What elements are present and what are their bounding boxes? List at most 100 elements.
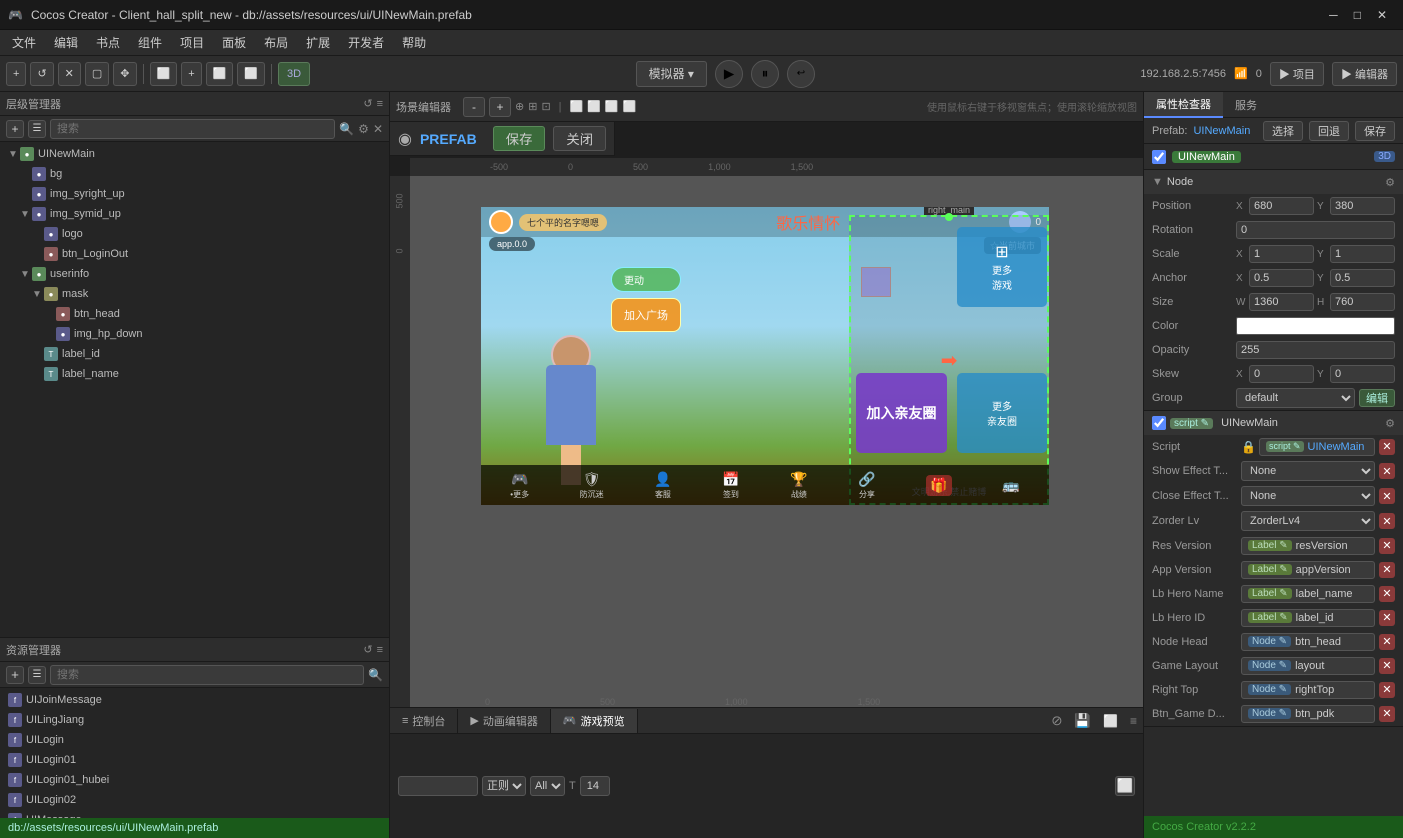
tree-item-btn-loginout[interactable]: ● btn_LoginOut (0, 244, 389, 264)
scene-save-btn[interactable]: 保存 (493, 126, 546, 151)
scene-close-btn[interactable]: 关闭 (553, 126, 606, 151)
size-w-input[interactable] (1249, 293, 1314, 311)
console-tab-game-preview[interactable]: 🎮 游戏预览 (551, 709, 638, 733)
tool4[interactable]: + (181, 62, 201, 86)
tree-item-logo[interactable]: ● logo (0, 224, 389, 244)
script-header[interactable]: script ✎ UINewMain ⚙ (1144, 411, 1403, 435)
tree-item-bg[interactable]: ● bg (0, 164, 389, 184)
asset-item-uilogin[interactable]: fUILogin (0, 730, 389, 750)
asset-item-uilogin01-hubei[interactable]: fUILogin01_hubei (0, 770, 389, 790)
tree-item-uinewmain[interactable]: ▼ ● UINewMain (0, 144, 389, 164)
zorder-select[interactable]: ZorderLv4 (1241, 511, 1375, 531)
app-version-del-btn[interactable]: ✕ (1379, 562, 1395, 578)
add-hierarchy-btn[interactable]: + (6, 120, 24, 138)
maximize-btn[interactable]: □ (1354, 8, 1361, 22)
opacity-input[interactable] (1236, 341, 1395, 359)
close-scene-btn[interactable]: ✕ (58, 62, 81, 86)
position-x-input[interactable] (1249, 197, 1314, 215)
node-settings-icon[interactable]: ⚙ (1385, 176, 1395, 189)
scale-y-input[interactable] (1330, 245, 1395, 263)
hierarchy-search-input[interactable] (50, 119, 335, 139)
show-effect-del-btn[interactable]: ✕ (1379, 463, 1395, 479)
win-controls[interactable]: ─ □ ✕ (1329, 8, 1387, 22)
position-y-input[interactable] (1330, 197, 1395, 215)
tree-item-img-syright-up[interactable]: ● img_syright_up (0, 184, 389, 204)
tab-service[interactable]: 服务 (1223, 93, 1269, 117)
menu-bookmark[interactable]: 书点 (88, 32, 128, 53)
console-tab-console[interactable]: ≡ 控制台 (390, 709, 458, 733)
list-asset-btn[interactable]: ☰ (28, 666, 46, 684)
close-btn[interactable]: ✕ (1377, 8, 1387, 22)
project-btn[interactable]: ▶ 项目 (1270, 62, 1324, 86)
hierarchy-close-icon[interactable]: ✕ (373, 122, 383, 136)
scene-tool2[interactable]: ⬜ (587, 100, 601, 113)
assets-menu-icon[interactable]: ≡ (377, 644, 383, 656)
hierarchy-search-icon[interactable]: 🔍 (339, 122, 354, 136)
tool6[interactable]: ⬜ (237, 62, 265, 86)
assets-search-icon[interactable]: 🔍 (368, 668, 383, 682)
node-head-del-btn[interactable]: ✕ (1379, 634, 1395, 650)
assets-search-input[interactable] (50, 665, 364, 685)
scene-zoom-in[interactable]: + (489, 97, 511, 117)
font-size-input[interactable] (580, 776, 610, 796)
play-btn[interactable]: ▶ (715, 60, 743, 88)
asset-item-uijoinmessage[interactable]: fUIJoinMessage (0, 690, 389, 710)
menu-component[interactable]: 组件 (130, 32, 170, 53)
move-tool[interactable]: ✥ (113, 62, 136, 86)
show-effect-select[interactable]: None (1241, 461, 1375, 481)
scene-canvas[interactable]: ◉ PREFAB 保存 关闭 -500 0 500 1,000 1,500 50… (390, 122, 1143, 707)
add-asset-btn[interactable]: + (6, 666, 24, 684)
menu-project[interactable]: 项目 (172, 32, 212, 53)
asset-item-uilogin01[interactable]: fUILogin01 (0, 750, 389, 770)
color-picker[interactable] (1236, 317, 1395, 335)
res-version-del-btn[interactable]: ✕ (1379, 538, 1395, 554)
component-active-checkbox[interactable] (1152, 150, 1166, 164)
tree-item-label-name[interactable]: T label_name (0, 364, 389, 384)
menu-edit[interactable]: 编辑 (46, 32, 86, 53)
console-level-select[interactable]: All (530, 776, 565, 796)
lb-hero-id-del-btn[interactable]: ✕ (1379, 610, 1395, 626)
game-layout-del-btn[interactable]: ✕ (1379, 658, 1395, 674)
console-save-btn[interactable]: 💾 (1068, 713, 1097, 729)
lb-hero-name-del-btn[interactable]: ✕ (1379, 586, 1395, 602)
menu-help[interactable]: 帮助 (394, 32, 434, 53)
script-del-btn[interactable]: ✕ (1379, 439, 1395, 455)
zorder-del-btn[interactable]: ✕ (1379, 513, 1395, 529)
node-section-header[interactable]: ▼ Node ⚙ (1144, 170, 1403, 194)
hierarchy-refresh-icon[interactable]: ↺ (363, 97, 372, 110)
anchor-y-input[interactable] (1330, 269, 1395, 287)
menu-extend[interactable]: 扩展 (298, 32, 338, 53)
tab-inspector[interactable]: 属性检查器 (1144, 92, 1223, 118)
menu-file[interactable]: 文件 (4, 32, 44, 53)
undo-btn[interactable]: ↺ (30, 62, 53, 86)
console-expand-area[interactable]: ⬜ (1115, 776, 1135, 796)
hierarchy-settings-icon[interactable]: ⚙ (358, 122, 369, 136)
3d-toggle[interactable]: 3D (278, 62, 310, 86)
scale-x-input[interactable] (1249, 245, 1314, 263)
scene-tool3[interactable]: ⬜ (605, 100, 619, 113)
hierarchy-menu-icon[interactable]: ≡ (377, 98, 383, 110)
tree-item-label-id[interactable]: T label_id (0, 344, 389, 364)
tree-item-userinfo[interactable]: ▼ ● userinfo (0, 264, 389, 284)
tree-item-img-symid-up[interactable]: ▼ ● img_symid_up (0, 204, 389, 224)
group-edit-btn[interactable]: 编辑 (1359, 389, 1395, 407)
scene-tool4[interactable]: ⬜ (623, 100, 637, 113)
console-tab-animation[interactable]: ▶ 动画编辑器 (458, 709, 550, 733)
script-active-checkbox[interactable] (1152, 416, 1166, 430)
console-normal-select[interactable]: 正则 (482, 776, 526, 796)
size-h-input[interactable] (1330, 293, 1395, 311)
asset-item-uilingjiang[interactable]: fUILingJiang (0, 710, 389, 730)
console-clear-btn[interactable]: ⊘ (1045, 713, 1068, 729)
console-menu-icon[interactable]: ≡ (1124, 714, 1143, 728)
menu-panel[interactable]: 面板 (214, 32, 254, 53)
simulator-btn[interactable]: 模拟器 ▾ (636, 61, 707, 87)
assets-refresh-icon[interactable]: ↺ (363, 643, 372, 656)
tree-item-img-hp-down[interactable]: ● img_hp_down (0, 324, 389, 344)
pause-btn[interactable]: ⏸ (751, 60, 779, 88)
right-top-del-btn[interactable]: ✕ (1379, 682, 1395, 698)
anchor-x-input[interactable] (1249, 269, 1314, 287)
rotation-input[interactable] (1236, 221, 1395, 239)
minimize-btn[interactable]: ─ (1329, 8, 1338, 22)
menu-developer[interactable]: 开发者 (340, 32, 392, 53)
tool3[interactable]: ⬜ (150, 62, 178, 86)
